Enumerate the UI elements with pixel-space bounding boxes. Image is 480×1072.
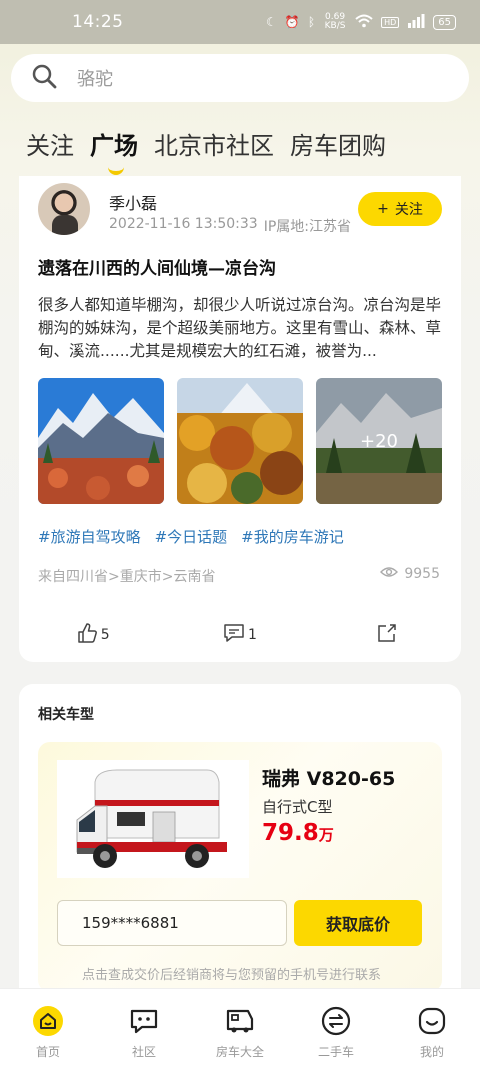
nav-used-car-label: 二手车 [317, 1045, 354, 1059]
nav-community-label: 社区 [131, 1045, 156, 1059]
product-image[interactable] [57, 760, 249, 878]
tag-item[interactable]: #我的房车游记 [241, 526, 344, 547]
top-tabs: 关注 广场 北京市社区 房车团购 [26, 126, 386, 175]
rv-catalog-icon [224, 1005, 256, 1037]
comment-icon [223, 622, 245, 648]
home-icon [32, 1005, 64, 1037]
signal-icon [407, 13, 425, 31]
search-icon [31, 63, 57, 93]
eye-icon [380, 566, 399, 582]
post-datetime: 2022-11-16 13:50:33 [109, 216, 258, 232]
post-card[interactable]: 季小磊 2022-11-16 13:50:33 IP属地:江苏省 + 关注 遗落… [19, 176, 461, 662]
tab-square-label: 广场 [90, 132, 138, 160]
post-title[interactable]: 遗落在川西的人间仙境—凉台沟 [38, 254, 276, 279]
status-icons: ☾ ⏰ ᛒ 0.69 KB/S HD 65 [266, 13, 456, 31]
battery-icon: 65 [433, 14, 456, 30]
post-image-2[interactable] [177, 378, 303, 504]
price-unit: 万 [318, 826, 334, 844]
post-meta: 2022-11-16 13:50:33 IP属地:江苏省 [109, 216, 351, 236]
tag-item[interactable]: #旅游自驾攻略 [38, 526, 141, 547]
plus-icon: + [377, 201, 389, 217]
thumbs-up-icon [76, 622, 98, 648]
search-bar[interactable]: 骆驼 [11, 54, 469, 102]
status-bar: 14:25 ☾ ⏰ ᛒ 0.69 KB/S HD 65 [0, 0, 480, 44]
product-name[interactable]: 瑞弗 V820-65 [262, 764, 395, 791]
tab-rv-group-buy[interactable]: 房车团购 [290, 126, 386, 161]
product-card[interactable]: 瑞弗 V820-65 自行式C型 79.8万 159****6881 获取底价 … [38, 742, 442, 992]
alarm-icon: ⏰ [284, 15, 300, 29]
post-body[interactable]: 很多人都知道毕棚沟，却很少人听说过凉台沟。凉台沟是毕棚沟的姊妹沟，是个超级美丽地… [38, 294, 448, 363]
nav-home[interactable]: 首页 [0, 989, 96, 1072]
nav-profile[interactable]: 我的 [384, 989, 480, 1072]
profile-icon [416, 1005, 448, 1037]
view-count-value: 9955 [404, 566, 440, 582]
hd-icon: HD [381, 16, 400, 28]
product-price: 79.8万 [262, 820, 334, 846]
tab-beijing-community[interactable]: 北京市社区 [154, 126, 274, 161]
post-route: 来自四川省>重庆市>云南省 [38, 569, 216, 585]
comment-count: 1 [248, 627, 257, 643]
wifi-icon [355, 14, 373, 31]
phone-field[interactable]: 159****6881 [57, 900, 287, 946]
nav-rv-catalog-label: 房车大全 [215, 1045, 264, 1059]
tab-follow[interactable]: 关注 [26, 126, 74, 161]
get-lowest-price-button[interactable]: 获取底价 [294, 900, 422, 946]
product-note: 点击查成交价后经销商将与您预留的手机号进行联系 [82, 968, 382, 983]
related-title: 相关车型 [38, 707, 94, 723]
status-time: 14:25 [72, 12, 124, 32]
search-placeholder: 骆驼 [77, 69, 113, 90]
net-speed: 0.69 KB/S [324, 12, 346, 31]
nav-community[interactable]: 社区 [96, 989, 192, 1072]
tab-square[interactable]: 广场 [90, 126, 138, 175]
related-models-card: 相关车型 瑞弗 V820-65 自行式C型 79.8万 159****6881 … [19, 684, 461, 1004]
avatar[interactable] [38, 183, 90, 235]
nav-profile-label: 我的 [419, 1045, 444, 1059]
product-type: 自行式C型 [262, 798, 333, 816]
bluetooth-icon: ᛒ [307, 15, 316, 29]
comment-button[interactable]: 1 [166, 622, 313, 648]
post-tags: #旅游自驾攻略 #今日话题 #我的房车游记 [38, 526, 344, 547]
like-button[interactable]: 5 [19, 622, 166, 648]
share-button[interactable] [314, 622, 461, 648]
author-name[interactable]: 季小磊 [109, 190, 157, 214]
used-car-icon [320, 1005, 352, 1037]
like-count: 5 [100, 627, 110, 643]
share-icon [376, 622, 398, 648]
more-images-count: +20 [316, 378, 442, 504]
nav-home-label: 首页 [35, 1045, 60, 1059]
post-image-3[interactable]: +20 [316, 378, 442, 504]
tag-item[interactable]: #今日话题 [155, 526, 228, 547]
price-value: 79.8 [262, 820, 319, 846]
follow-label: 关注 [394, 202, 423, 218]
moon-icon: ☾ [266, 15, 277, 29]
follow-button[interactable]: + 关注 [358, 192, 442, 226]
nav-used-car[interactable]: 二手车 [288, 989, 384, 1072]
ip-location: IP属地:江苏省 [263, 219, 351, 235]
post-actions: 5 1 [19, 622, 461, 648]
post-image-1[interactable] [38, 378, 164, 504]
bottom-navigation: 首页 社区 房车大全 二手车 我的 [0, 988, 480, 1072]
view-count: 9955 [380, 566, 440, 582]
community-icon [128, 1005, 160, 1037]
nav-rv-catalog[interactable]: 房车大全 [192, 989, 288, 1072]
